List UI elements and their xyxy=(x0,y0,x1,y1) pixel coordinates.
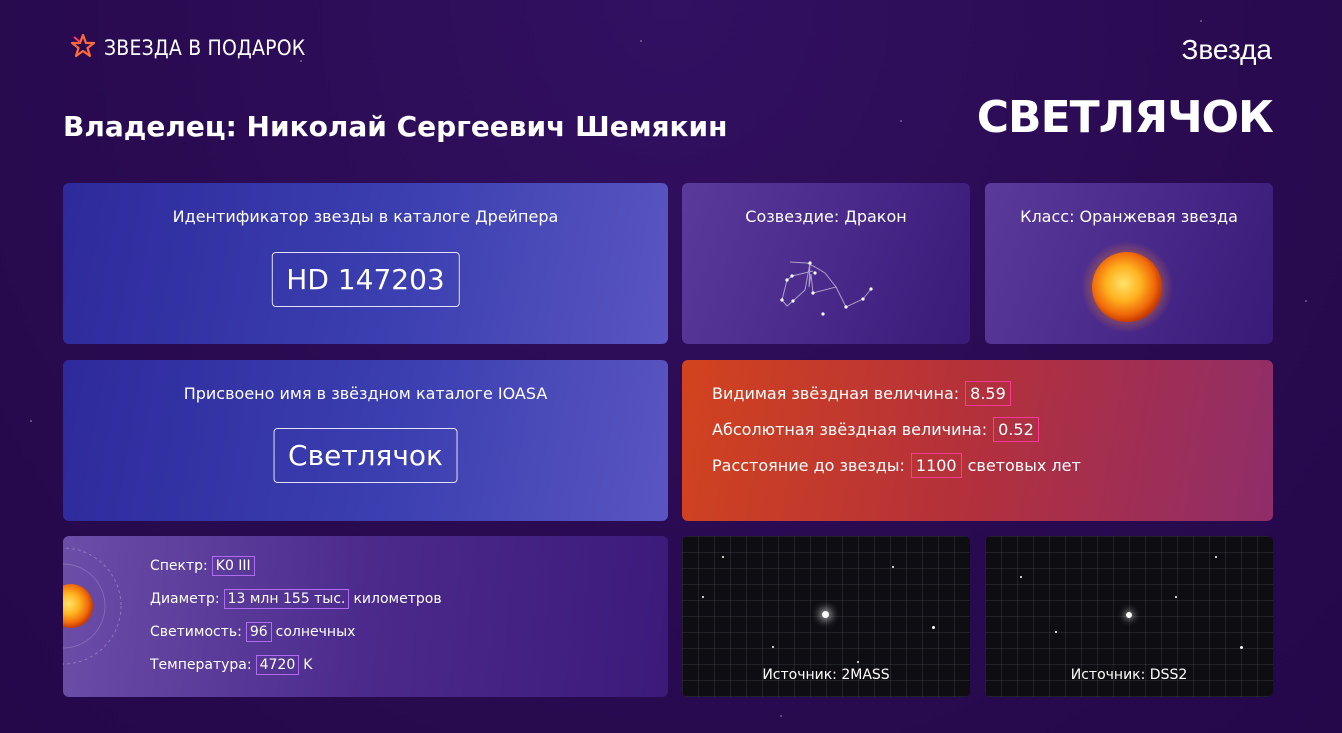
background-star xyxy=(640,40,642,42)
catalog-card-title: Идентификатор звезды в каталоге Дрейпера xyxy=(172,207,559,226)
luminosity-row: Светимость: 96 солнечных xyxy=(150,622,355,642)
diameter-unit: километров xyxy=(353,591,442,607)
absolute-magnitude-value: 0.52 xyxy=(993,417,1039,442)
distance-value: 1100 xyxy=(910,453,962,478)
background-star xyxy=(780,715,782,717)
catalog-id-value: HD 147203 xyxy=(271,252,460,307)
sky-star xyxy=(1055,631,1057,633)
diameter-row: Диаметр: 13 млн 155 тыс. километров xyxy=(150,589,442,609)
spectrum-row: Спектр: K0 III xyxy=(150,556,255,576)
star-logo-icon xyxy=(70,33,96,63)
sky-caption-2mass: Источник: 2MASS xyxy=(762,667,890,683)
absolute-magnitude-row: Абсолютная звёздная величина: 0.52 xyxy=(712,417,1039,442)
background-star xyxy=(30,420,32,422)
absolute-magnitude-label: Абсолютная звёздная величина: xyxy=(712,420,988,439)
logo[interactable]: ЗВЕЗДА В ПОДАРОК xyxy=(70,33,305,63)
star-name-title: СВЕТЛЯЧОК xyxy=(976,92,1274,143)
spectrum-value: K0 III xyxy=(211,556,255,576)
magnitude-card: Видимая звёздная величина: 8.59 Абсолютн… xyxy=(682,360,1273,521)
orange-star-icon xyxy=(1081,241,1173,333)
sky-star xyxy=(1020,576,1022,578)
spectrum-label: Спектр: xyxy=(150,558,208,574)
temperature-unit: K xyxy=(303,657,313,673)
sky-star xyxy=(1175,596,1177,598)
sky-star xyxy=(932,626,935,629)
luminosity-unit: солнечных xyxy=(275,624,356,640)
logo-text: ЗВЕЗДА В ПОДАРОК xyxy=(104,36,306,60)
ioasa-name-value: Светлячок xyxy=(273,428,458,483)
sky-star xyxy=(1215,556,1217,558)
distance-unit: световых лет xyxy=(967,456,1081,475)
sky-image-dss2[interactable]: Источник: DSS2 xyxy=(985,536,1273,697)
owner-name: Владелец: Николай Сергеевич Шемякин xyxy=(63,110,728,143)
luminosity-label: Светимость: xyxy=(150,624,242,640)
temperature-row: Температура: 4720 K xyxy=(150,655,312,675)
diameter-value: 13 млн 155 тыс. xyxy=(223,589,350,609)
visible-magnitude-value: 8.59 xyxy=(965,381,1011,406)
target-star xyxy=(1126,612,1132,618)
temperature-label: Температура: xyxy=(150,657,252,673)
temperature-value: 4720 xyxy=(255,655,300,675)
ioasa-card-title: Присвоено имя в звёздном каталоге IOASA xyxy=(183,384,548,403)
distance-label: Расстояние до звезды: xyxy=(712,456,905,475)
constellation-map-icon xyxy=(780,261,873,316)
background-star xyxy=(900,120,902,122)
sky-star xyxy=(702,596,704,598)
class-card: Класс: Оранжевая звезда xyxy=(985,183,1273,344)
sky-star xyxy=(722,556,724,558)
constellation-card: Созвездие: Дракон xyxy=(682,183,970,344)
sky-star xyxy=(892,566,894,568)
ioasa-card: Присвоено имя в звёздном каталоге IOASA … xyxy=(63,360,668,521)
sky-star xyxy=(857,661,859,663)
star-label: Звезда xyxy=(1181,34,1272,65)
visible-magnitude-label: Видимая звёздная величина: xyxy=(712,384,960,403)
sun-orbit-icon xyxy=(63,547,122,665)
background-star xyxy=(1200,20,1202,22)
luminosity-value: 96 xyxy=(245,622,272,642)
sky-caption-dss2: Источник: DSS2 xyxy=(1070,667,1188,683)
sky-star xyxy=(772,646,774,648)
diameter-label: Диаметр: xyxy=(150,591,220,607)
visible-magnitude-row: Видимая звёздная величина: 8.59 xyxy=(712,381,1011,406)
background-star xyxy=(1305,300,1307,302)
distance-row: Расстояние до звезды: 1100 световых лет xyxy=(712,453,1081,478)
target-star xyxy=(822,611,829,618)
spec-card: Спектр: K0 III Диаметр: 13 млн 155 тыс. … xyxy=(63,536,668,697)
sky-image-2mass[interactable]: Источник: 2MASS xyxy=(682,536,970,697)
catalog-card: Идентификатор звезды в каталоге Дрейпера… xyxy=(63,183,668,344)
sky-star xyxy=(1240,646,1243,649)
